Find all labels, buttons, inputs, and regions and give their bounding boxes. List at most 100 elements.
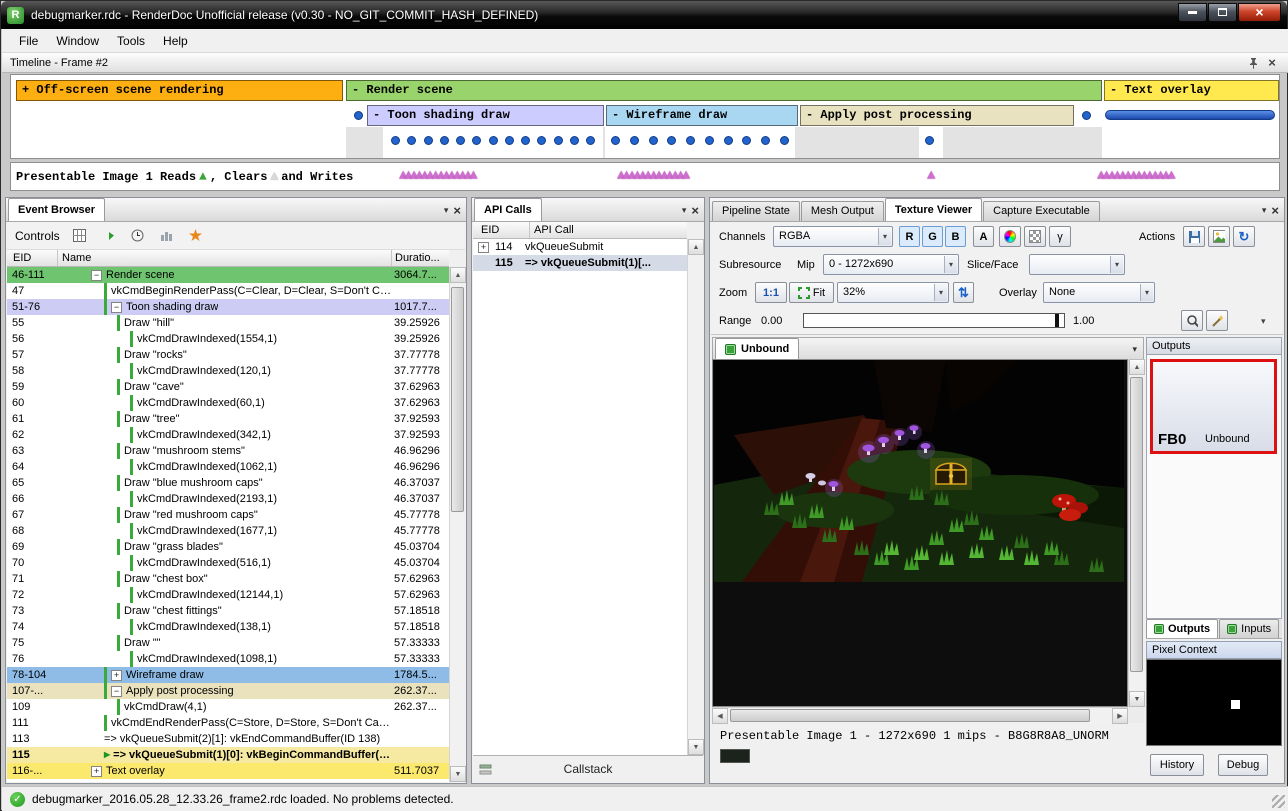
event-browser-column-header[interactable]: EID Name Duratio... xyxy=(7,250,449,267)
zoom-range-button[interactable] xyxy=(1181,310,1203,331)
expand-toggle[interactable]: − xyxy=(111,302,122,313)
minimize-button[interactable] xyxy=(1178,3,1207,22)
timeline-panel-header[interactable]: Timeline - Frame #2 × xyxy=(2,53,1288,73)
pixel-context-view[interactable] xyxy=(1146,659,1282,746)
history-button[interactable]: History xyxy=(1150,754,1204,776)
range-slider-handle[interactable] xyxy=(1055,314,1059,327)
event-row[interactable]: 109vkCmdDraw(4,1)262.37... xyxy=(7,699,449,715)
event-row[interactable]: 111vkCmdEndRenderPass(C=Store, D=Store, … xyxy=(7,715,449,731)
api-call-row[interactable]: +114vkQueueSubmit xyxy=(473,239,687,255)
channel-r-toggle[interactable]: R xyxy=(899,226,920,247)
wireframe-draw-dots[interactable] xyxy=(611,135,789,145)
channel-b-toggle[interactable]: B xyxy=(945,226,966,247)
tab-mesh-output[interactable]: Mesh Output xyxy=(801,201,884,221)
panel-menu-icon[interactable]: ▾ xyxy=(1262,205,1267,216)
event-row[interactable]: 47vkCmdBeginRenderPass(C=Clear, D=Clear,… xyxy=(7,283,449,299)
timeline-icon[interactable] xyxy=(71,227,89,245)
panel-menu-icon[interactable]: ▾ xyxy=(444,205,449,216)
timeline-track[interactable]: + Off-screen scene rendering - Render sc… xyxy=(10,74,1280,159)
slice-face-select[interactable]: ▾ xyxy=(1029,254,1125,275)
event-row[interactable]: 75Draw ""57.33333 xyxy=(7,635,449,651)
zoom-1-1-button[interactable]: 1:1 xyxy=(755,282,787,303)
mip-select[interactable]: 0 - 1272x690▾ xyxy=(823,254,959,275)
write-markers-group[interactable]: ▲▲▲▲▲▲▲▲▲▲▲▲▲ xyxy=(617,168,687,184)
statistics-icon[interactable] xyxy=(158,227,176,245)
maximize-button[interactable] xyxy=(1208,3,1237,22)
event-row[interactable]: 70vkCmdDrawIndexed(516,1)45.03704 xyxy=(7,555,449,571)
channel-g-toggle[interactable]: G xyxy=(922,226,943,247)
hue-wheel-button[interactable] xyxy=(999,226,1021,247)
menu-tools[interactable]: Tools xyxy=(108,31,154,51)
event-row[interactable]: 57Draw "rocks"37.77778 xyxy=(7,347,449,363)
tab-capture-executable[interactable]: Capture Executable xyxy=(983,201,1100,221)
texture-image[interactable] xyxy=(714,360,1124,582)
tab-texture-viewer[interactable]: Texture Viewer xyxy=(885,198,982,221)
event-row[interactable]: 72vkCmdDrawIndexed(12144,1)57.62963 xyxy=(7,587,449,603)
event-row[interactable]: 51-76−Toon shading draw1017.7... xyxy=(7,299,449,315)
postprocess-draw-dot[interactable] xyxy=(925,135,935,145)
refresh-button[interactable]: ↻ xyxy=(1233,226,1255,247)
open-texture-list-button[interactable] xyxy=(1208,226,1230,247)
event-row[interactable]: 46-111−Render scene3064.7... xyxy=(7,267,449,283)
resize-grip[interactable] xyxy=(1272,795,1285,808)
api-calls-column-header[interactable]: EID API Call xyxy=(473,222,687,239)
event-row[interactable]: 66vkCmdDrawIndexed(2193,1)46.37037 xyxy=(7,491,449,507)
event-row[interactable]: 60vkCmdDrawIndexed(60,1)37.62963 xyxy=(7,395,449,411)
write-markers-group[interactable]: ▲ xyxy=(927,168,932,184)
debug-button[interactable]: Debug xyxy=(1218,754,1268,776)
tab-event-browser[interactable]: Event Browser xyxy=(8,198,105,221)
tab-list-dropdown-icon[interactable]: ▾ xyxy=(1132,344,1143,359)
timeline-bar-wireframe[interactable]: - Wireframe draw xyxy=(606,105,798,126)
texture-horizontal-scrollbar[interactable]: ◀ ▶ xyxy=(712,707,1128,723)
texture-vertical-scrollbar[interactable]: ▲ ▼ xyxy=(1128,359,1144,707)
expand-toggle[interactable]: + xyxy=(478,242,489,253)
timeline-bar-postprocess[interactable]: - Apply post processing xyxy=(800,105,1074,126)
text-overlay-draw-span[interactable] xyxy=(1105,110,1275,120)
zoom-select[interactable]: 32%▾ xyxy=(837,282,949,303)
panel-close-icon[interactable]: × xyxy=(453,206,461,216)
gamma-button[interactable]: γ xyxy=(1049,226,1071,247)
output-fb0-thumbnail[interactable]: FB0 Unbound xyxy=(1150,359,1277,454)
overlay-select[interactable]: None▾ xyxy=(1043,282,1155,303)
tab-api-calls[interactable]: API Calls xyxy=(474,198,542,221)
panel-close-icon[interactable]: × xyxy=(691,206,699,216)
alpha-background-button[interactable] xyxy=(1024,226,1046,247)
event-row[interactable]: 64vkCmdDrawIndexed(1062,1)46.96296 xyxy=(7,459,449,475)
save-texture-button[interactable] xyxy=(1183,226,1205,247)
event-row[interactable]: 59Draw "cave"37.62963 xyxy=(7,379,449,395)
autofit-range-button[interactable] xyxy=(1206,310,1228,331)
event-row[interactable]: 107-...−Apply post processing262.37... xyxy=(7,683,449,699)
event-row[interactable]: 74vkCmdDrawIndexed(138,1)57.18518 xyxy=(7,619,449,635)
event-row[interactable]: 116-...+Text overlay511.7037 xyxy=(7,763,449,779)
pin-icon[interactable] xyxy=(1245,56,1261,70)
tab-pipeline-state[interactable]: Pipeline State xyxy=(712,201,800,221)
goto-eid-icon[interactable] xyxy=(100,227,118,245)
time-durations-icon[interactable] xyxy=(129,227,147,245)
event-row[interactable]: 69Draw "grass blades"45.03704 xyxy=(7,539,449,555)
callstack-section[interactable]: Callstack xyxy=(473,755,703,782)
expand-toggle[interactable]: − xyxy=(111,686,122,697)
pre-overlay-draw-dot[interactable] xyxy=(1082,110,1092,120)
event-row[interactable]: 76vkCmdDrawIndexed(1098,1)57.33333 xyxy=(7,651,449,667)
panel-menu-icon[interactable]: ▾ xyxy=(682,205,687,216)
event-row[interactable]: 55Draw "hill"39.25926 xyxy=(7,315,449,331)
texture-viewport[interactable] xyxy=(712,359,1128,707)
api-calls-scrollbar[interactable]: ▲ ▼ xyxy=(687,239,703,755)
event-row[interactable]: 113=> vkQueueSubmit(2)[1]: vkEndCommandB… xyxy=(7,731,449,747)
timeline-bar-offscreen[interactable]: + Off-screen scene rendering xyxy=(16,80,343,101)
resource-usage-track[interactable]: Presentable Image 1 Reads ▲ , Clears ▲ a… xyxy=(10,162,1280,191)
write-markers-group[interactable]: ▲▲▲▲▲▲▲▲▲▲▲▲▲▲ xyxy=(399,168,475,184)
bookmark-icon[interactable] xyxy=(187,227,205,245)
menu-file[interactable]: File xyxy=(10,31,47,51)
menu-window[interactable]: Window xyxy=(47,31,108,51)
expand-toggle[interactable]: + xyxy=(111,670,122,681)
pre-toon-draw-dot[interactable] xyxy=(354,110,364,120)
timeline-bar-toon[interactable]: - Toon shading draw xyxy=(367,105,604,126)
api-call-row[interactable]: 115=> vkQueueSubmit(1)[... xyxy=(473,255,687,271)
event-row[interactable]: 65Draw "blue mushroom caps"46.37037 xyxy=(7,475,449,491)
event-row[interactable]: 115▶=> vkQueueSubmit(1)[0]: vkBeginComma… xyxy=(7,747,449,763)
expand-toggle[interactable]: − xyxy=(91,270,102,281)
panel-close-icon[interactable]: × xyxy=(1264,56,1280,70)
event-row[interactable]: 73Draw "chest fittings"57.18518 xyxy=(7,603,449,619)
close-button[interactable]: × xyxy=(1238,3,1281,22)
